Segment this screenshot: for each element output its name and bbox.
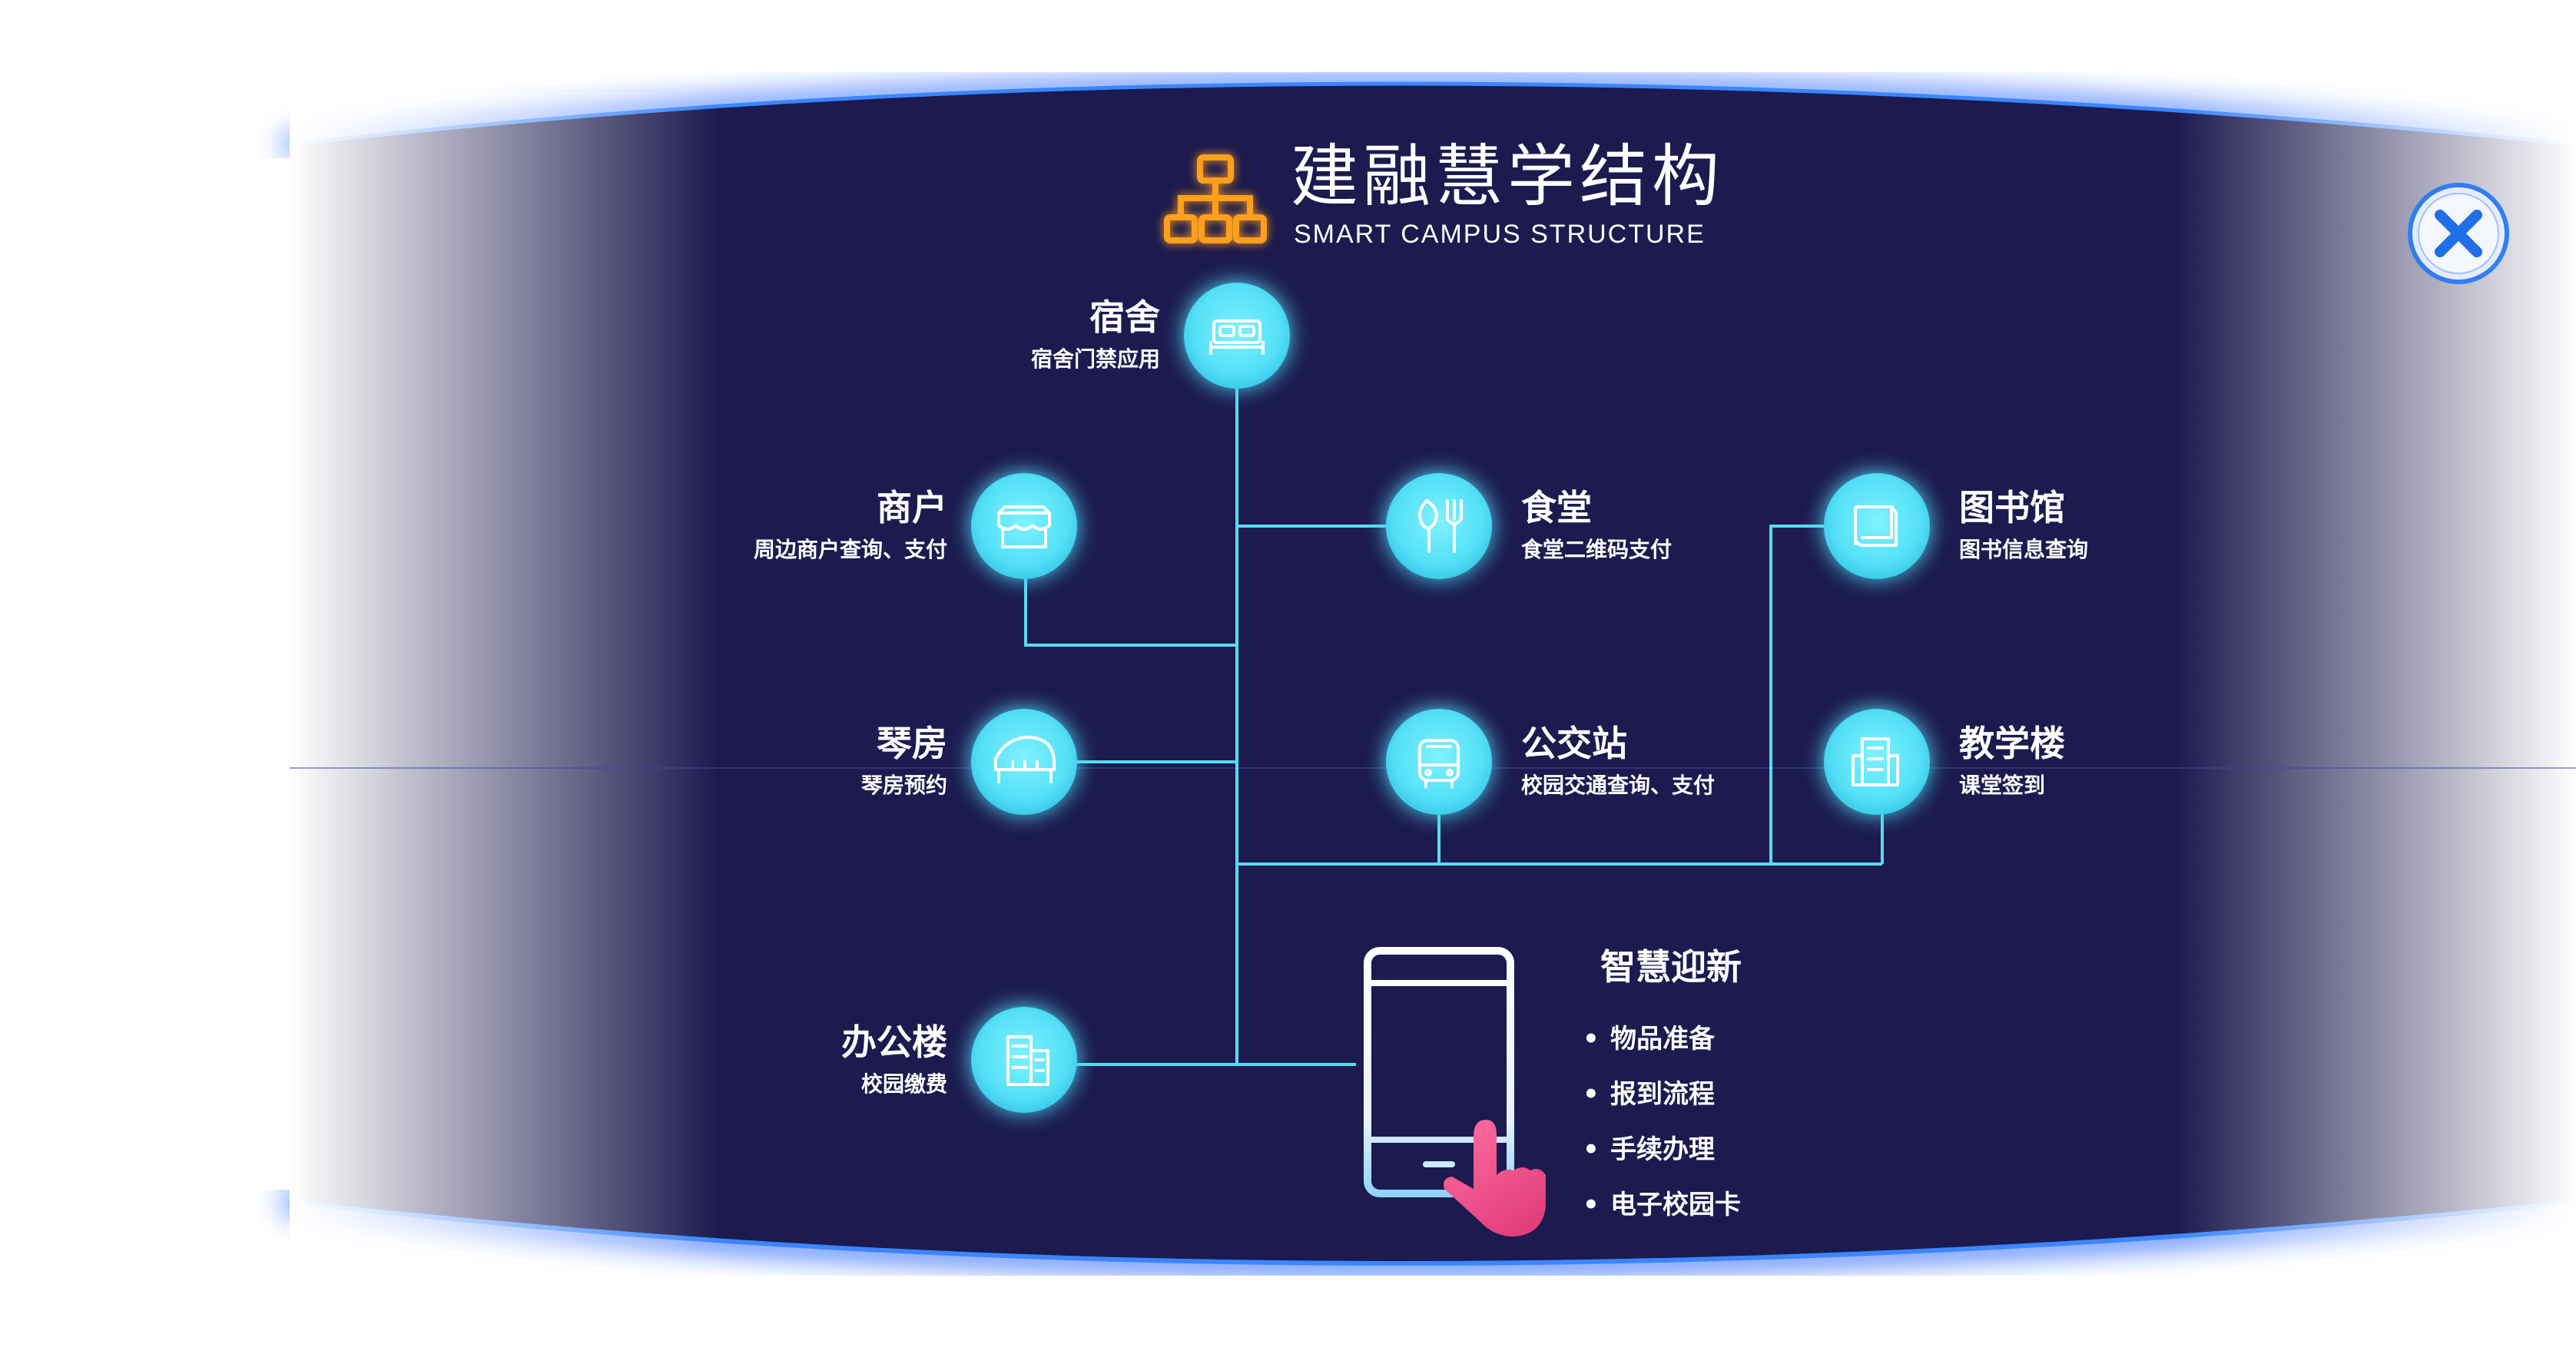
panel-right-fade <box>2174 92 2576 1290</box>
node-teaching-subtitle: 课堂签到 <box>1959 773 2046 798</box>
node-library-title: 图书馆 <box>1959 487 2065 528</box>
node-dorm-title: 宿舍 <box>1089 296 1160 338</box>
onboarding-item: 电子校园卡 <box>1583 1192 1741 1218</box>
node-merchant-circle[interactable] <box>971 473 1077 579</box>
node-bus-subtitle: 校园交通查询、支付 <box>1521 773 1716 798</box>
node-canteen-title: 食堂 <box>1521 487 1592 528</box>
node-piano-title: 琴房 <box>877 723 947 764</box>
node-library-subtitle: 图书信息查询 <box>1959 537 2089 562</box>
node-teaching-title: 教学楼 <box>1959 723 2065 764</box>
panel-left-fade <box>290 92 720 1290</box>
node-piano-subtitle: 琴房预约 <box>860 773 947 798</box>
diagram-scene: 建融慧学结构 SMART CAMPUS STRUCTURE 宿舍 宿舍门禁应用 … <box>0 0 2576 1354</box>
node-office-circle[interactable] <box>971 1007 1077 1113</box>
onboarding-title: 智慧迎新 <box>1600 946 1742 988</box>
node-canteen-subtitle: 食堂二维码支付 <box>1521 537 1673 562</box>
node-office-subtitle: 校园缴费 <box>860 1071 947 1097</box>
page-subtitle: SMART CAMPUS STRUCTURE <box>1294 220 1706 249</box>
node-merchant-title: 商户 <box>877 487 947 528</box>
node-library-circle[interactable] <box>1824 473 1930 579</box>
node-office-title: 办公楼 <box>841 1021 947 1063</box>
onboarding-item: 手续办理 <box>1583 1137 1715 1163</box>
node-dorm-subtitle: 宿舍门禁应用 <box>1030 346 1160 372</box>
node-teaching-circle[interactable] <box>1824 709 1930 815</box>
close-button[interactable] <box>2408 183 2509 284</box>
node-dorm-circle[interactable] <box>1184 283 1290 389</box>
node-canteen-circle[interactable] <box>1386 473 1492 579</box>
node-merchant-subtitle: 周边商户查询、支付 <box>753 537 947 562</box>
diagram-canvas <box>283 76 2576 1290</box>
page-title: 建融慧学结构 <box>1291 137 1725 216</box>
onboarding-item: 报到流程 <box>1583 1081 1715 1107</box>
node-bus-circle[interactable] <box>1386 709 1492 815</box>
node-bus-title: 公交站 <box>1521 723 1627 764</box>
onboarding-item: 物品准备 <box>1583 1026 1715 1052</box>
